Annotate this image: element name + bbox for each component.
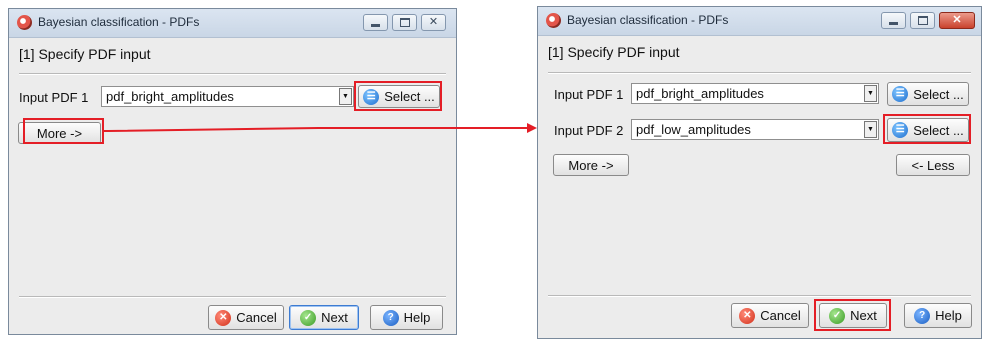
arrow-head: [527, 123, 537, 133]
arrow-connector: [104, 123, 537, 133]
arrow-line: [104, 127, 528, 132]
